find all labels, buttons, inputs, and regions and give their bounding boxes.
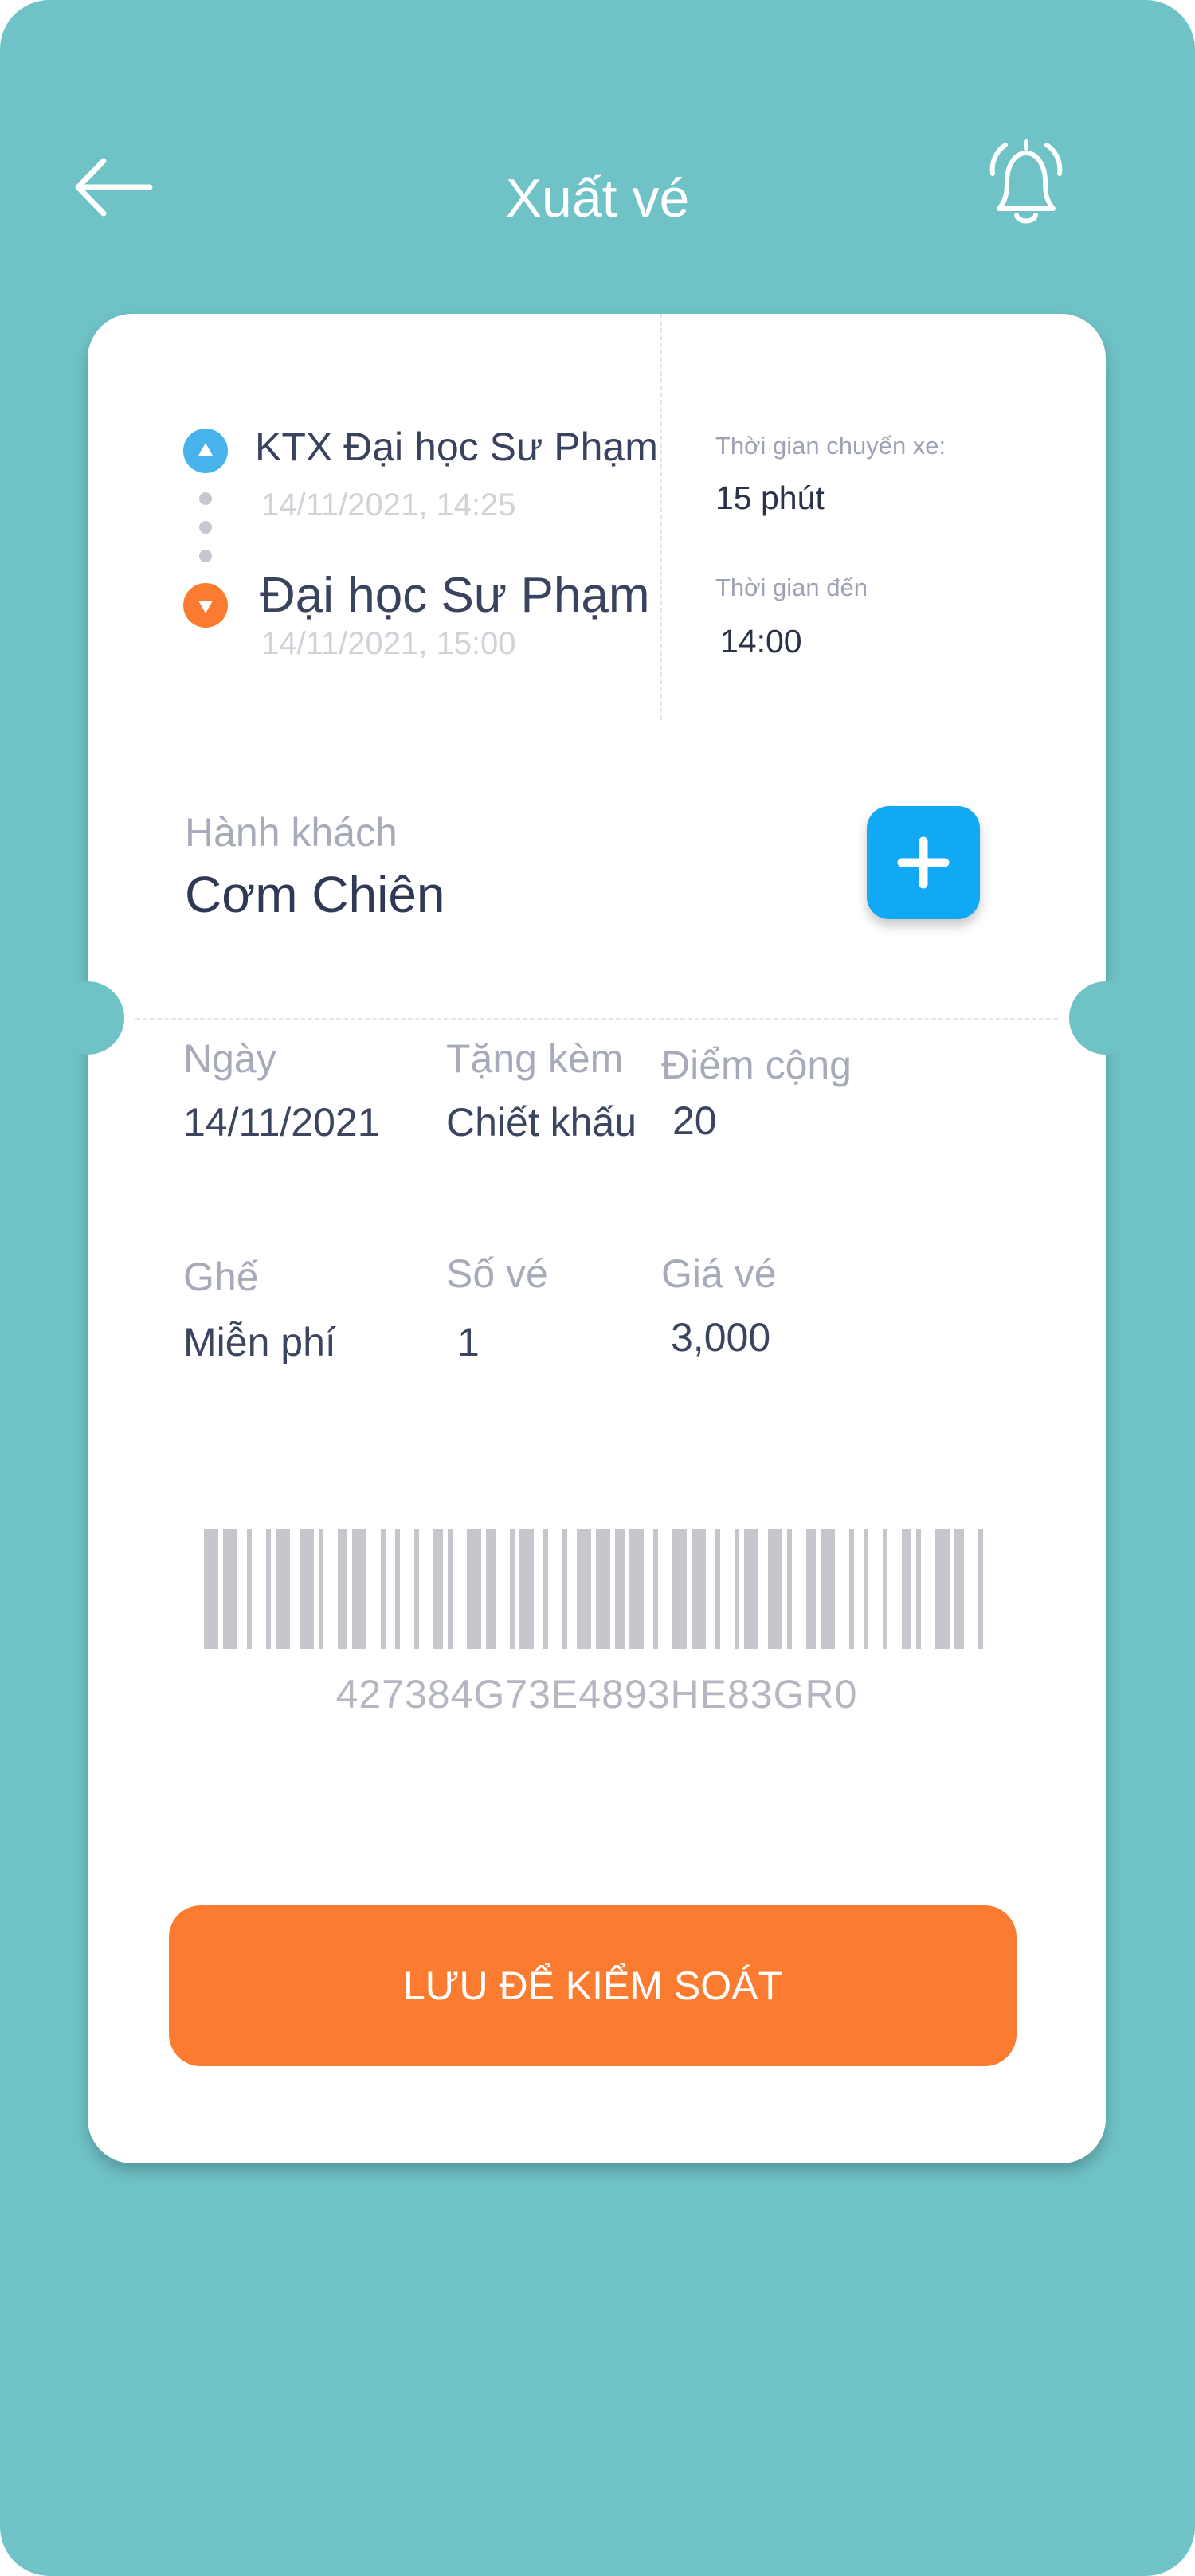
- barcode-bar: [978, 1529, 983, 1649]
- seat-label: Ghế: [183, 1255, 259, 1299]
- add-passenger-button[interactable]: [867, 806, 980, 919]
- barcode-bar: [768, 1529, 782, 1649]
- barcode-bar: [883, 1529, 887, 1649]
- barcode-bar: [787, 1529, 792, 1649]
- origin-name: KTX Đại học Sư Phạm: [255, 425, 658, 469]
- barcode-bar: [395, 1529, 400, 1649]
- barcode-bar: [519, 1529, 534, 1649]
- barcode-bar: [954, 1529, 964, 1649]
- barcode-bar: [381, 1529, 386, 1649]
- barcode-bar: [744, 1529, 758, 1649]
- barcode-bar: [577, 1529, 591, 1649]
- barcode-bar: [821, 1529, 835, 1649]
- route-dot: [199, 550, 212, 562]
- bell-ringing-icon: [989, 139, 1063, 224]
- ticket-perforation: [135, 1018, 1058, 1020]
- barcode-bar: [543, 1529, 548, 1649]
- barcode-bar: [486, 1529, 496, 1649]
- barcode-bar: [672, 1529, 687, 1649]
- destination-time: 14/11/2021, 15:00: [261, 626, 516, 661]
- barcode-bar: [510, 1529, 515, 1649]
- arrival-time-label: Thời gian đến: [715, 574, 868, 601]
- barcode-bar: [223, 1529, 237, 1649]
- barcode-bar: [615, 1529, 625, 1649]
- barcode-bar: [319, 1529, 323, 1649]
- ticket-column-divider: [660, 314, 662, 720]
- transfer-time-value: 15 phút: [715, 480, 825, 516]
- date-label: Ngày: [183, 1036, 276, 1081]
- price-value: 3,000: [671, 1315, 771, 1360]
- barcode-bar: [596, 1529, 610, 1649]
- points-label: Điểm cộng: [661, 1043, 852, 1087]
- barcode-bar: [692, 1529, 706, 1649]
- barcode-bar: [300, 1529, 314, 1649]
- destination-marker-icon: [183, 583, 228, 628]
- origin-marker-icon: [183, 429, 228, 473]
- seat-value: Miễn phí: [183, 1320, 336, 1364]
- barcode-bar: [338, 1529, 347, 1649]
- plus-icon: [897, 836, 950, 889]
- barcode-bar: [467, 1529, 481, 1649]
- barcode-bar: [414, 1529, 419, 1649]
- barcode-bar: [715, 1529, 720, 1649]
- barcode-bar: [448, 1529, 453, 1649]
- barcode-bar: [266, 1529, 271, 1649]
- barcode-bar: [352, 1529, 366, 1649]
- origin-time: 14/11/2021, 14:25: [261, 487, 516, 523]
- arrival-time-value: 14:00: [720, 623, 802, 660]
- barcode-bar: [653, 1529, 658, 1649]
- barcode-bar: [629, 1529, 644, 1649]
- gift-label: Tặng kèm: [446, 1036, 624, 1081]
- passenger-label: Hành khách: [185, 810, 398, 855]
- barcode-bar: [562, 1529, 567, 1649]
- barcode-bar: [204, 1529, 218, 1649]
- gift-value: Chiết khấu: [446, 1100, 637, 1145]
- barcode-bar: [806, 1529, 816, 1649]
- barcode-bar: [433, 1529, 443, 1649]
- screen: Xuất vé KTX Đại học Sư Phạm 14/11/2021, …: [0, 0, 1195, 2576]
- notification-button[interactable]: [978, 132, 1074, 236]
- barcode-number: 427384G73E4893HE83GR0: [335, 1672, 858, 1717]
- barcode-bar: [276, 1529, 290, 1649]
- barcode-image: [204, 1529, 983, 1649]
- points-value: 20: [672, 1098, 717, 1143]
- route-dot: [199, 521, 212, 534]
- barcode-bar: [247, 1529, 252, 1649]
- barcode-bar: [849, 1529, 854, 1649]
- tickets-value: 1: [457, 1320, 480, 1364]
- destination-name: Đại học Sư Phạm: [260, 568, 650, 623]
- price-label: Giá vé: [661, 1251, 777, 1296]
- transfer-time-label: Thời gian chuyến xe:: [715, 432, 946, 460]
- barcode-bar: [935, 1529, 950, 1649]
- barcode-bar: [902, 1529, 911, 1649]
- ticket-notch-right: [1069, 981, 1142, 1055]
- barcode-bar: [916, 1529, 921, 1649]
- barcode-bar: [735, 1529, 739, 1649]
- ticket-notch-left: [51, 981, 124, 1055]
- passenger-name: Cơm Chiên: [185, 866, 445, 923]
- save-button[interactable]: LƯU ĐỂ KIỂM SOÁT: [169, 1905, 1017, 2066]
- route-dot: [199, 492, 212, 505]
- date-value: 14/11/2021: [183, 1100, 380, 1145]
- barcode-bar: [864, 1529, 868, 1649]
- tickets-label: Số vé: [446, 1251, 548, 1296]
- ticket-card: KTX Đại học Sư Phạm 14/11/2021, 14:25 Đạ…: [51, 314, 1142, 2163]
